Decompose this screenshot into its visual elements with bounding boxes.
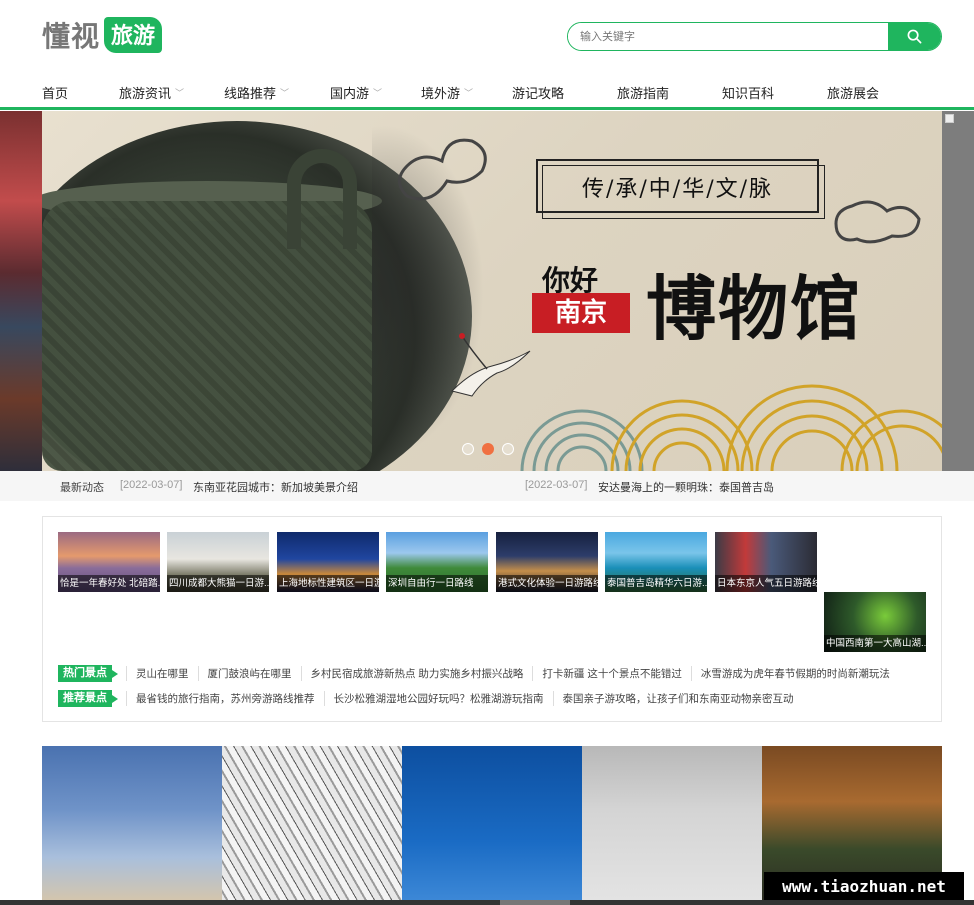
broken-image-icon: [945, 114, 954, 123]
thumb-card[interactable]: 泰国普吉岛精华六日游...: [605, 532, 707, 592]
thumb-card[interactable]: 中国西南第一大高山湖...: [824, 592, 926, 652]
hot-spot-link[interactable]: 灵山在哪里: [126, 665, 198, 681]
horizontal-scrollbar[interactable]: [0, 900, 974, 905]
news-ticker: 最新动态 [2022-03-07] 东南亚花园城市：新加坡美景介绍 [2022-…: [0, 471, 974, 501]
slogan-frame: 传/承/中/华/文/脉: [536, 159, 825, 219]
prev-slide-peek[interactable]: [0, 111, 42, 471]
ticker-date: [2022-03-07]: [525, 479, 588, 491]
hero-slogan: 传/承/中/华/文/脉: [581, 177, 774, 202]
gallery-image[interactable]: [582, 746, 762, 905]
nav-item-routes[interactable]: 线路推荐 ﹀: [224, 83, 289, 102]
gallery-image[interactable]: [402, 746, 582, 905]
recommended-spot-link[interactable]: 泰国亲子游攻略，让孩子们和东南亚动物亲密互动: [552, 690, 803, 706]
hero-headline: 博物馆: [646, 267, 862, 350]
nav-item-travelogues[interactable]: 游记攻略: [512, 83, 564, 102]
search-icon: [907, 29, 922, 44]
logo-badge: 旅游: [104, 17, 163, 53]
cloud-decoration: [398, 138, 487, 201]
gallery-image[interactable]: [42, 746, 222, 905]
hot-spot-link[interactable]: 厦门鼓浪屿在哪里: [197, 665, 301, 681]
carousel-dot[interactable]: [462, 443, 474, 455]
logo-text: 懂视: [42, 20, 101, 53]
thumb-card[interactable]: 上海地标性建筑区一日游: [277, 532, 379, 592]
featured-box: 恰是一年春好处 北碚踏... 四川成都大熊猫一日游... 上海地标性建筑区一日游…: [42, 516, 942, 722]
header: 懂视 旅游: [0, 0, 974, 70]
thumb-card[interactable]: 恰是一年春好处 北碚踏...: [58, 532, 160, 592]
nav-item-travel-news[interactable]: 旅游资讯 ﹀: [119, 83, 184, 102]
thumb-card[interactable]: 四川成都大熊猫一日游...: [167, 532, 269, 592]
thumb-card[interactable]: 日本东京人气五日游路线: [715, 532, 817, 592]
carousel-dot-active[interactable]: [482, 443, 494, 455]
cloud-decoration: [834, 200, 921, 244]
thumb-card[interactable]: 深圳自由行一日路线: [386, 532, 488, 592]
nav-item-encyclopedia[interactable]: 知识百科: [722, 83, 774, 102]
recommended-spots-row: 推荐景点 最省钱的旅行指南，苏州旁游路线推荐 长沙松雅湖湿地公园好玩吗？松雅湖游…: [58, 689, 803, 707]
carousel-indicators: [462, 443, 514, 455]
chevron-down-icon: ﹀: [280, 88, 290, 98]
search-button[interactable]: [888, 23, 941, 50]
carousel-dot[interactable]: [502, 443, 514, 455]
chevron-down-icon: ﹀: [175, 88, 185, 98]
search-form: [567, 22, 942, 51]
chevron-down-icon: ﹀: [373, 88, 383, 98]
ticker-link[interactable]: 安达曼海上的一颗明珠：泰国普吉岛: [598, 479, 774, 495]
site-logo[interactable]: 懂视 旅游: [42, 17, 163, 53]
ticker-label: 最新动态: [60, 482, 104, 494]
search-input[interactable]: [568, 23, 888, 50]
chevron-down-icon: ﹀: [464, 88, 474, 98]
hot-spot-link[interactable]: 冰雪游成为虎年春节假期的时尚新潮玩法: [690, 665, 899, 681]
hot-spot-link[interactable]: 乡村民宿成旅游新热点 助力实施乡村振兴战略: [300, 665, 533, 681]
recommended-spot-link[interactable]: 最省钱的旅行指南，苏州旁游路线推荐: [126, 690, 324, 706]
nav-item-domestic[interactable]: 国内游 ﹀: [330, 83, 382, 102]
recommended-spot-link[interactable]: 长沙松雅湖湿地公园好玩吗？松雅湖游玩指南: [323, 690, 553, 706]
hero-carousel[interactable]: 传/承/中/华/文/脉 你好 南京 博物馆: [42, 111, 942, 471]
nav-item-guides[interactable]: 旅游指南: [617, 83, 669, 102]
nav-item-home[interactable]: 首页: [42, 83, 68, 102]
next-slide-peek[interactable]: [942, 111, 974, 471]
hot-spots-row: 热门景点 灵山在哪里 厦门鼓浪屿在哪里 乡村民宿成旅游新热点 助力实施乡村振兴战…: [58, 664, 899, 682]
hot-spot-link[interactable]: 打卡新疆 这十个景点不能错过: [532, 665, 690, 681]
scrollbar-thumb[interactable]: [500, 900, 570, 905]
nav-item-abroad[interactable]: 境外游 ﹀: [421, 83, 473, 102]
hero-city-badge: 南京: [532, 293, 630, 333]
nav-item-expo[interactable]: 旅游展会: [827, 83, 879, 102]
ticker-date: [2022-03-07]: [120, 479, 183, 491]
thumb-card[interactable]: 港式文化体验一日游路线: [496, 532, 598, 592]
gallery-image[interactable]: [222, 746, 402, 905]
ticker-link[interactable]: 东南亚花园城市：新加坡美景介绍: [193, 479, 358, 495]
recommended-spots-tag: 推荐景点: [58, 689, 118, 707]
hot-spots-tag: 热门景点: [58, 664, 118, 682]
main-nav: 首页 旅游资讯 ﹀ 线路推荐 ﹀ 国内游 ﹀ 境外游 ﹀ 游记攻略 旅游指南 知识百科 …: [0, 72, 974, 110]
golden-wave-decoration: [520, 384, 942, 471]
watermark-text: www.tiaozhuan.net: [764, 872, 964, 902]
